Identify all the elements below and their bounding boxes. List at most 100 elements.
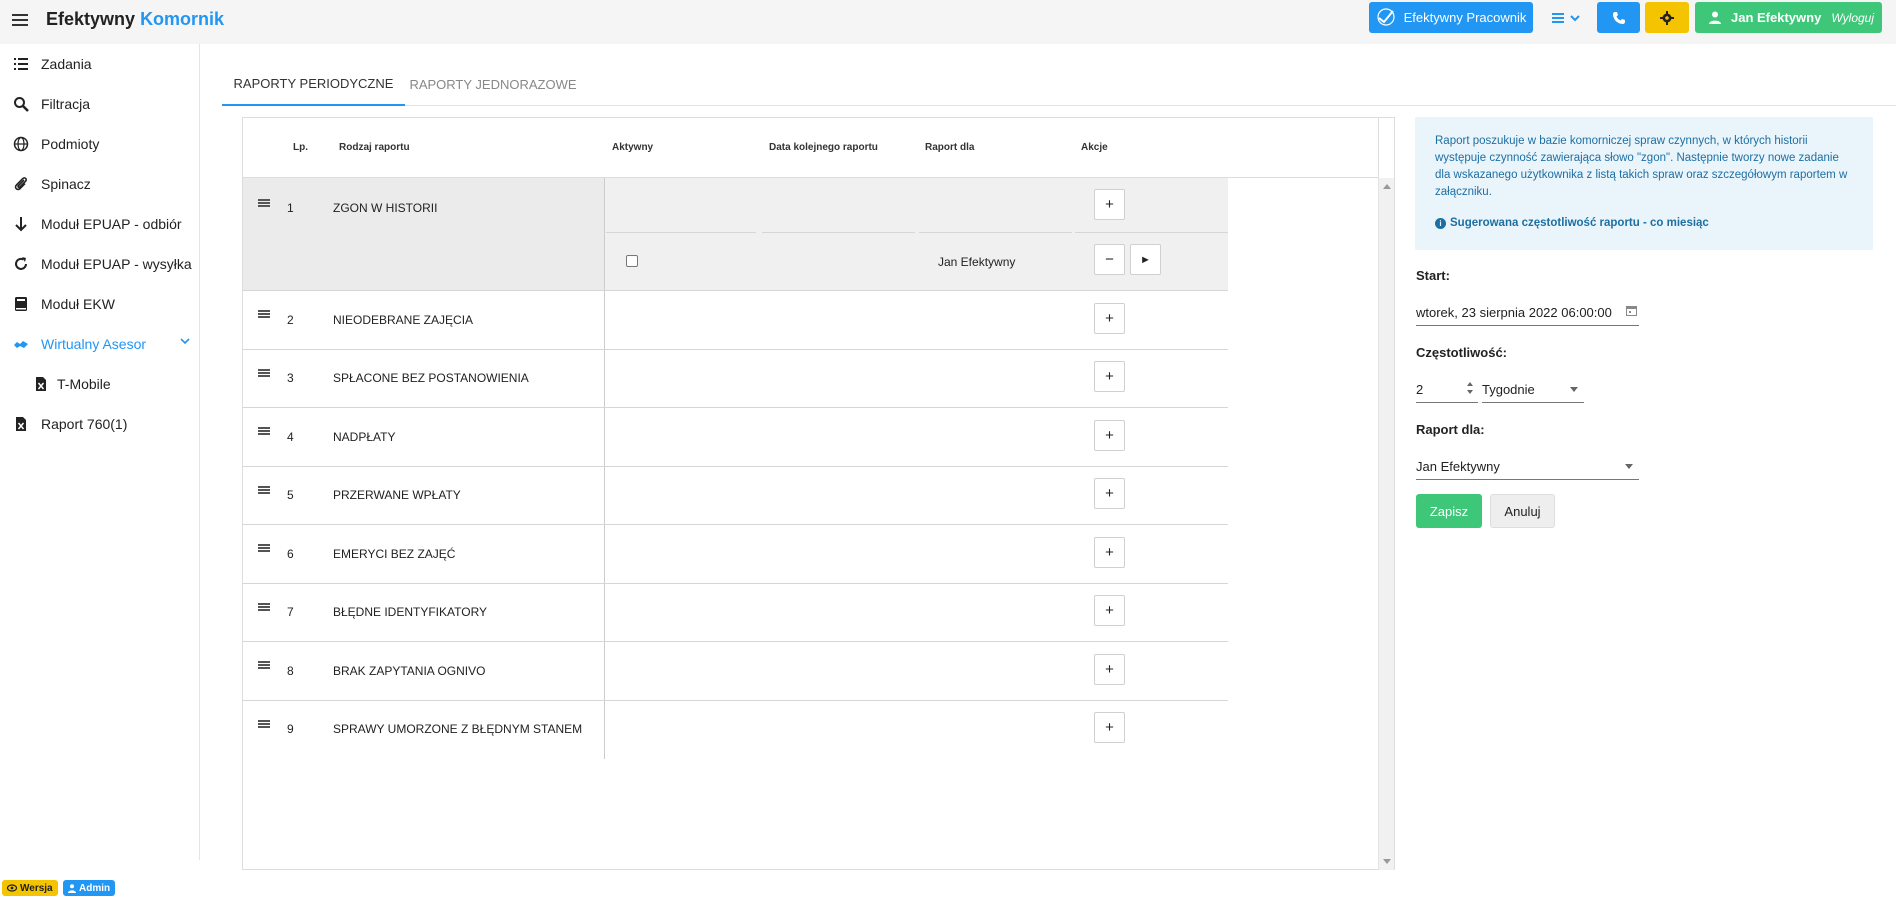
report-for-select[interactable]: Jan Efektywny (1416, 453, 1639, 480)
drag-handle-icon[interactable] (258, 661, 270, 669)
sidebar-item-t-mobile[interactable]: T-Mobile (0, 364, 199, 404)
user-menu-button[interactable]: Jan Efektywny Wyloguj (1695, 2, 1882, 33)
report-info-box: Raport poszukuje w bazie komorniczej spr… (1415, 117, 1873, 250)
tab-raporty-jednorazowe[interactable]: RAPORTY JEDNORAZOWE (405, 63, 581, 106)
start-datetime-field[interactable]: wtorek, 23 sierpnia 2022 06:00:00 (1416, 299, 1639, 326)
handshake-icon (14, 341, 28, 348)
report-description: Raport poszukuje w bazie komorniczej spr… (1435, 135, 1848, 198)
sidebar-item-podmioty[interactable]: Podmioty (0, 124, 199, 164)
top-bar: Efektywny Komornik Efektywny Pracownik J… (0, 0, 1896, 44)
table-row[interactable]: 2 NIEODEBRANE ZAJĘCIA + (243, 291, 1228, 350)
drag-handle-icon[interactable] (258, 486, 270, 494)
row-lp: 7 (287, 605, 294, 619)
admin-badge[interactable]: Admin (63, 880, 116, 896)
row-name: BŁĘDNE IDENTYFIKATORY (333, 605, 488, 619)
save-button[interactable]: Zapisz (1416, 494, 1482, 528)
row-left-cell (243, 178, 604, 290)
add-button[interactable]: + (1094, 537, 1125, 568)
sidebar-item-epuap-wysylka[interactable]: Moduł EPUAP - wysyłka (0, 244, 199, 284)
phone-button[interactable] (1597, 2, 1640, 33)
add-button[interactable]: + (1094, 478, 1125, 509)
table-header: Lp. Rodzaj raportu Aktywny Data kolejneg… (243, 118, 1378, 178)
frequency-hint: i Sugerowana częstotliwość raportu - co … (1435, 217, 1853, 229)
table-scrollbar[interactable] (1378, 178, 1394, 870)
add-button[interactable]: + (1094, 420, 1125, 451)
row-name: SPRAWY UMORZONE Z BŁĘDNYM STANEM (333, 722, 583, 736)
efektywny-pracownik-button[interactable]: Efektywny Pracownik (1369, 2, 1533, 33)
reports-table: Lp. Rodzaj raportu Aktywny Data kolejneg… (242, 117, 1395, 870)
header-actions: Akcje (1081, 142, 1108, 153)
version-badge[interactable]: Wersja (2, 880, 58, 896)
sidebar-item-label: Moduł EPUAP - odbiór (41, 216, 182, 232)
row-lp: 5 (287, 488, 294, 502)
frequency-hint-text: Sugerowana częstotliwość raportu - co mi… (1450, 217, 1709, 229)
phone-icon (1612, 11, 1625, 24)
admin-badge-label: Admin (79, 882, 111, 894)
add-button[interactable]: + (1094, 654, 1125, 685)
sidebar-item-label: Zadania (41, 56, 92, 72)
row-name: ZGON W HISTORII (333, 201, 438, 215)
frequency-unit-select[interactable]: Tygodnie (1482, 376, 1584, 403)
add-button[interactable]: + (1094, 189, 1125, 220)
table-row[interactable]: 9 SPRAWY UMORZONE Z BŁĘDNYM STANEM + (243, 701, 1228, 759)
table-row[interactable]: 8 BRAK ZAPYTANIA OGNIVO + (243, 642, 1228, 701)
row-divider (604, 350, 605, 407)
tab-raporty-periodyczne[interactable]: RAPORTY PERIODYCZNE (222, 63, 405, 106)
cancel-button[interactable]: Anuluj (1490, 494, 1555, 528)
list-icon (14, 58, 28, 70)
table-row[interactable]: 4 NADPŁATY + (243, 408, 1228, 467)
table-row[interactable]: 7 BŁĘDNE IDENTYFIKATORY + (243, 584, 1228, 642)
sidebar-item-spinacz[interactable]: Spinacz (0, 164, 199, 204)
run-button[interactable]: ► (1130, 244, 1161, 275)
add-button[interactable]: + (1094, 595, 1125, 626)
row-name: PRZERWANE WPŁATY (333, 488, 461, 502)
stepper-icon[interactable] (1466, 380, 1474, 396)
dropdown-caret-icon (1570, 387, 1578, 392)
drag-handle-icon[interactable] (258, 310, 270, 318)
sidebar-item-zadania[interactable]: Zadania (0, 44, 199, 84)
scroll-down-icon[interactable] (1383, 859, 1391, 864)
remove-button[interactable]: − (1094, 244, 1125, 275)
sidebar-item-wirtualny-asesor[interactable]: Wirtualny Asesor (0, 324, 199, 364)
drag-handle-icon[interactable] (258, 199, 270, 207)
sidebar-item-epuap-odbior[interactable]: Moduł EPUAP - odbiór (0, 204, 199, 244)
row-divider (604, 525, 605, 583)
logout-link[interactable]: Wyloguj (1831, 11, 1874, 25)
sidebar-item-filtracja[interactable]: Filtracja (0, 84, 199, 124)
drag-handle-icon[interactable] (258, 369, 270, 377)
drag-handle-icon[interactable] (258, 603, 270, 611)
row-divider (604, 291, 605, 349)
row-lp: 4 (287, 430, 294, 444)
drag-handle-icon[interactable] (258, 720, 270, 728)
sidebar-item-raport-760[interactable]: Raport 760(1) (0, 404, 199, 444)
apps-menu-button[interactable] (1546, 2, 1586, 33)
add-button[interactable]: + (1094, 712, 1125, 743)
row-divider (604, 642, 605, 700)
row-name: NIEODEBRANE ZAJĘCIA (333, 313, 474, 327)
calendar-icon[interactable] (1626, 305, 1637, 316)
user-icon (68, 883, 76, 893)
excel-file-icon (36, 377, 46, 391)
row-divider (604, 701, 605, 759)
excel-file-icon (16, 417, 26, 431)
frequency-number-input[interactable]: 2 (1416, 376, 1478, 403)
settings-button[interactable] (1645, 2, 1689, 33)
header-type: Rodzaj raportu (339, 142, 410, 153)
table-row[interactable]: 3 SPŁACONE BEZ POSTANOWIENIA + (243, 350, 1228, 408)
search-icon (14, 97, 29, 112)
scroll-up-icon[interactable] (1383, 184, 1391, 189)
row-divider (604, 584, 605, 641)
list-icon (1552, 12, 1564, 23)
row-lp: 3 (287, 371, 294, 385)
table-row[interactable]: 5 PRZERWANE WPŁATY + (243, 467, 1228, 525)
header-next-date: Data kolejnego raportu (769, 142, 878, 153)
add-button[interactable]: + (1094, 303, 1125, 334)
drag-handle-icon[interactable] (258, 427, 270, 435)
active-checkbox[interactable] (626, 255, 638, 267)
table-row[interactable]: 1 ZGON W HISTORII + Jan Efektywny − ► (243, 178, 1228, 291)
sidebar-item-ekw[interactable]: Moduł EKW (0, 284, 199, 324)
add-button[interactable]: + (1094, 361, 1125, 392)
table-row[interactable]: 6 EMERYCI BEZ ZAJĘĆ + (243, 525, 1228, 584)
hamburger-menu-icon[interactable] (12, 11, 28, 27)
drag-handle-icon[interactable] (258, 544, 270, 552)
